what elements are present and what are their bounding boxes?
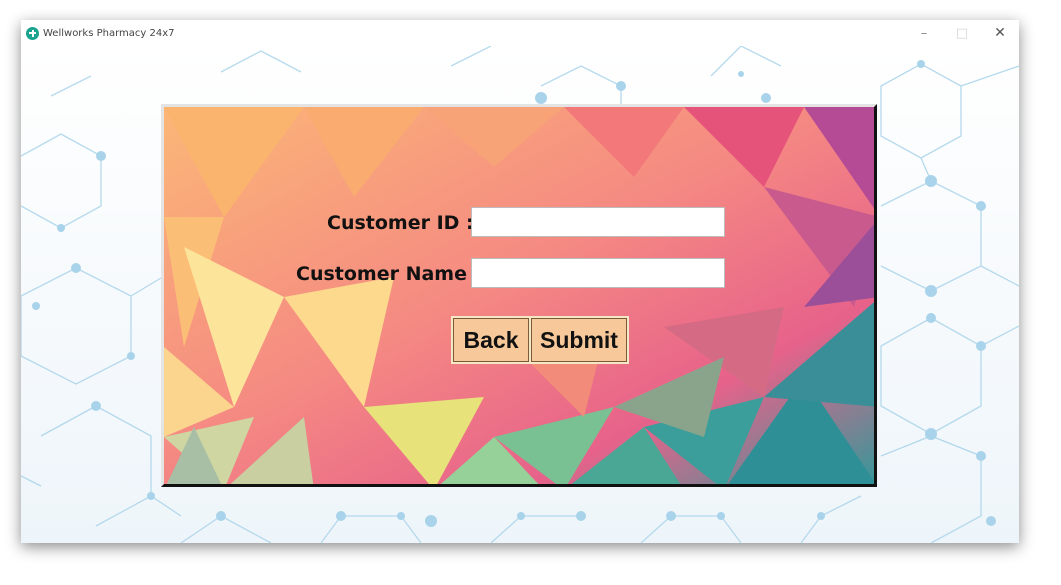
minimize-button[interactable]: – bbox=[905, 20, 943, 46]
window-title: Wellworks Pharmacy 24x7 bbox=[43, 27, 175, 39]
app-window: Wellworks Pharmacy 24x7 – □ ✕ Customer I… bbox=[21, 20, 1019, 543]
window-controls: – □ ✕ bbox=[905, 20, 1019, 46]
customer-id-input[interactable] bbox=[471, 207, 725, 237]
pharmacy-cross-icon bbox=[26, 26, 39, 40]
customer-name-input[interactable] bbox=[471, 258, 725, 288]
back-button[interactable]: Back bbox=[451, 316, 531, 364]
title-bar[interactable]: Wellworks Pharmacy 24x7 – □ ✕ bbox=[21, 20, 1019, 46]
customer-id-label: Customer ID : bbox=[327, 212, 474, 234]
close-button[interactable]: ✕ bbox=[981, 20, 1019, 46]
submit-button[interactable]: Submit bbox=[529, 316, 629, 364]
maximize-button[interactable]: □ bbox=[943, 20, 981, 46]
customer-form-panel: Customer ID : Customer Name : Back Submi… bbox=[161, 104, 877, 487]
lowpoly-background bbox=[164, 107, 874, 484]
customer-name-label: Customer Name : bbox=[296, 263, 482, 285]
